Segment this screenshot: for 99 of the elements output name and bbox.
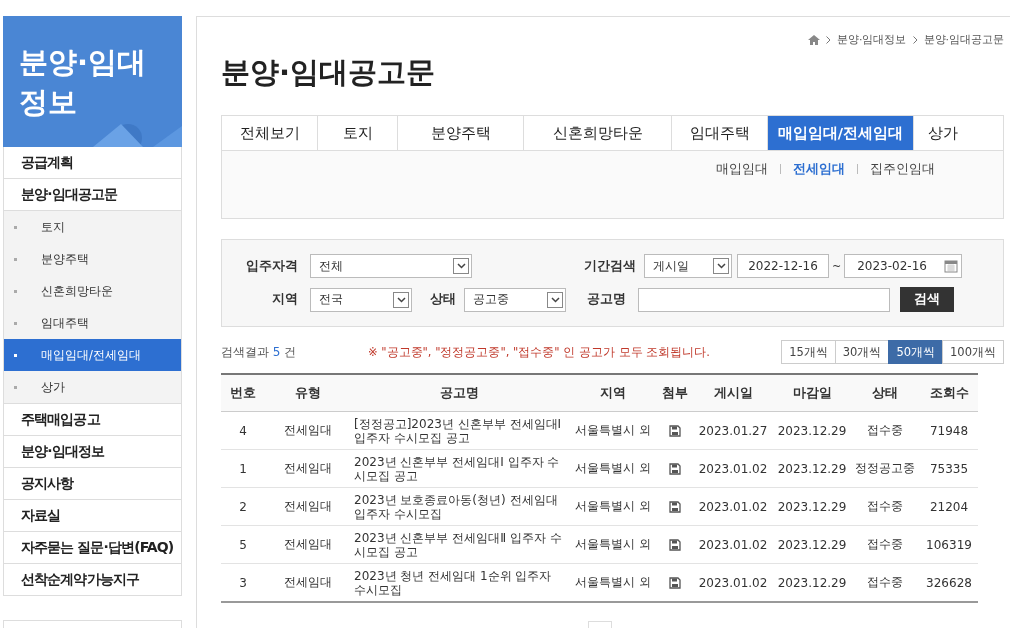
sidebar-menu-item[interactable]: 주택매입공고: [3, 404, 182, 436]
column-header: 공고명: [350, 374, 568, 412]
sidebar-submenu-item[interactable]: 신혼희망타운: [4, 275, 181, 307]
notice-text: ※ "공고중", "정정공고중", "접수중" 인 공고가 모두 조회됩니다.: [368, 344, 711, 360]
page-size-button[interactable]: 100개씩: [942, 340, 1004, 364]
table-cell: 2023.01.02: [692, 563, 774, 602]
page-size-button[interactable]: 15개씩: [781, 340, 836, 364]
home-icon[interactable]: [808, 34, 820, 45]
page-size-button[interactable]: 30개씩: [834, 340, 890, 364]
period-dropdown[interactable]: 게시일: [644, 254, 732, 278]
dropdown-caret-icon: [393, 291, 409, 308]
announcement-title-link[interactable]: 2023년 청년 전세임대 1순위 입주자 수시모집: [350, 563, 568, 602]
sidebar-submenu-item[interactable]: 상가: [4, 371, 181, 403]
table-cell: 서울특별시 외: [568, 487, 658, 526]
sidebar-menu-item[interactable]: 자료실: [3, 500, 182, 532]
column-header: 첨부: [658, 374, 692, 412]
column-header: 조회수: [920, 374, 978, 412]
table-cell: 3: [221, 563, 265, 602]
field-label: 입주자격: [245, 257, 298, 275]
announcement-title-link[interactable]: 2023년 보호종료아동(청년) 전세임대 입주자 수시모집: [350, 487, 568, 526]
table-cell: 75335: [920, 449, 978, 488]
sidebar-menu-item[interactable]: 자주묻는 질문·답변(FAQ): [3, 532, 182, 564]
table-cell: 71948: [920, 411, 978, 450]
column-header: 마감일: [774, 374, 850, 412]
table-cell: 2: [221, 487, 265, 526]
sidebar-title: 분양·임대 정보: [19, 44, 147, 121]
sidebar-menu-item[interactable]: 분양·임대공고문: [3, 179, 182, 211]
sidebar-menu-item[interactable]: 분양·임대정보: [3, 436, 182, 468]
subtab-link[interactable]: 집주인임대: [870, 161, 935, 178]
end-date-field[interactable]: 2023-02-16: [844, 254, 963, 278]
breadcrumb-link[interactable]: 분양·임대정보: [837, 32, 907, 47]
table-cell: 정정공고중: [850, 449, 920, 488]
title-search-field[interactable]: [638, 287, 890, 312]
table-cell: 2023.01.02: [692, 487, 774, 526]
column-header: 번호: [221, 374, 265, 412]
table-cell: 접수중: [850, 525, 920, 564]
sidebar-submenu-item[interactable]: 토지: [4, 211, 181, 243]
table-cell: 5: [221, 525, 265, 564]
column-header: 상태: [850, 374, 920, 412]
field-label: 상태: [429, 291, 456, 308]
table-cell: 2023.01.27: [692, 411, 774, 450]
table-cell: 2023.12.29: [774, 449, 850, 488]
status-dropdown[interactable]: 공고중: [464, 287, 566, 312]
table-cell: 2023.01.02: [692, 525, 774, 564]
table-cell: 2023.01.02: [692, 449, 774, 488]
table-cell: 전세임대: [265, 487, 350, 526]
table-cell: 접수중: [850, 563, 920, 602]
table-cell: 2023.12.29: [774, 525, 850, 564]
page-size-button[interactable]: 50개씩: [888, 340, 944, 364]
subtab-link[interactable]: 전세임대: [793, 161, 845, 178]
sidebar-menu-item[interactable]: 선착순계약가능지구: [3, 564, 182, 596]
column-header: 지역: [568, 374, 658, 412]
column-header: 유형: [265, 374, 350, 412]
table-cell: 서울특별시 외: [568, 411, 658, 450]
table-cell: 전세임대: [265, 563, 350, 602]
table-cell: 2023.12.29: [774, 563, 850, 602]
column-header: 게시일: [692, 374, 774, 412]
table-cell: 21204: [920, 487, 978, 526]
calendar-icon[interactable]: [944, 259, 959, 273]
breadcrumb-link[interactable]: 분양·임대공고문: [923, 32, 1004, 47]
field-label: 지역: [271, 291, 298, 308]
qualification-dropdown[interactable]: 전체: [310, 254, 472, 278]
announcement-title-link[interactable]: 2023년 신혼부부 전세임대Ⅱ 입주자 수시모집 공고: [350, 525, 568, 564]
announcement-title-link[interactable]: [정정공고]2023년 신혼부부 전세임대Ⅰ 입주자 수시모집 공고: [350, 411, 568, 450]
table-cell: 4: [221, 411, 265, 450]
table-cell: 서울특별시 외: [568, 449, 658, 488]
field-label: 기간검색: [583, 257, 636, 275]
announcement-title-link[interactable]: 2023년 신혼부부 전세임대Ⅰ 입주자 수시모집 공고: [350, 449, 568, 488]
region-dropdown[interactable]: 전국: [310, 287, 412, 312]
sidebar-menu-item[interactable]: 공급계획: [3, 147, 182, 179]
table-cell: 2023.12.29: [774, 411, 850, 450]
table-cell: 106319: [920, 525, 978, 564]
category-tab[interactable]: 매입임대/전세임대: [768, 116, 914, 150]
table-cell: 서울특별시 외: [568, 525, 658, 564]
chevron-icon: [826, 35, 831, 44]
table-cell: 1: [221, 449, 265, 488]
table-cell: 326628: [920, 563, 978, 602]
dropdown-caret-icon: [713, 258, 729, 274]
chevron-icon: [912, 35, 918, 44]
table-cell: 2023.12.29: [774, 487, 850, 526]
result-count: 검색결과 5 건: [221, 343, 298, 361]
dropdown-caret-icon: [547, 291, 563, 308]
table-cell: 전세임대: [265, 449, 350, 488]
subtab-link[interactable]: 매입임대: [716, 161, 768, 178]
page-title: 분양·임대공고문: [221, 54, 437, 91]
table-cell: 전세임대: [265, 411, 350, 450]
sidebar-submenu-item[interactable]: 분양주택: [4, 243, 181, 275]
sidebar-submenu-item[interactable]: 임대주택: [4, 307, 181, 339]
table-cell: 접수중: [850, 411, 920, 450]
field-label: 공고명: [586, 291, 626, 308]
sidebar-menu-item[interactable]: 공지사항: [3, 468, 182, 500]
table-cell: 전세임대: [265, 525, 350, 564]
table-cell: 서울특별시 외: [568, 563, 658, 602]
table-cell: 접수중: [850, 487, 920, 526]
search-button[interactable]: 검색: [900, 287, 954, 312]
range-separator: ~: [832, 259, 842, 273]
sidebar-submenu-item[interactable]: 매입임대/전세임대: [4, 339, 181, 371]
start-date-field[interactable]: 2022-12-16: [737, 254, 829, 278]
dropdown-caret-icon: [453, 258, 469, 274]
